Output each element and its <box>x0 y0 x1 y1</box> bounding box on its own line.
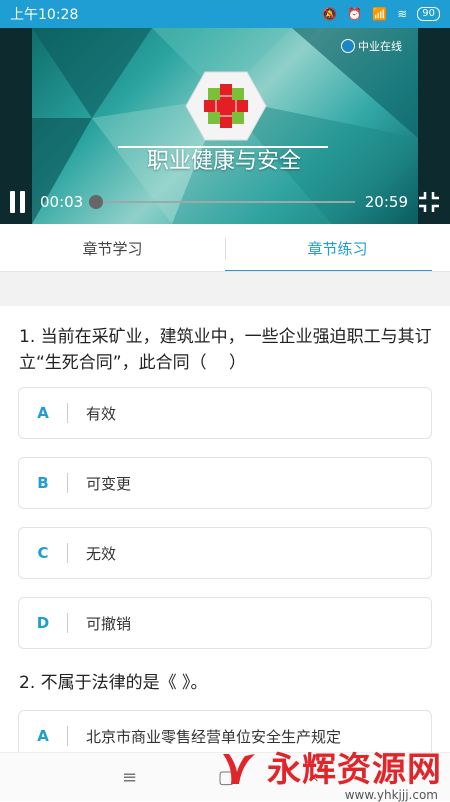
option-b[interactable]: B 可变更 <box>18 457 432 509</box>
option-text: 可变更 <box>86 474 132 493</box>
watermark-logo-icon <box>223 754 255 784</box>
option-letter: D <box>36 614 50 632</box>
video-title: 职业健康与安全 <box>146 149 301 174</box>
video-controls: 00:03 20:59 <box>0 180 450 224</box>
tab-chapter-study[interactable]: 章节学习 <box>0 224 225 272</box>
option-divider <box>67 543 68 563</box>
option-d[interactable]: D 可撤销 <box>18 597 432 649</box>
option-text: 北京市商业零售经营单位安全生产规定 <box>86 727 342 746</box>
watermark-text: 永辉资源网 <box>267 750 442 790</box>
option-divider <box>67 403 68 423</box>
battery-icon: 90 <box>417 7 440 21</box>
option-text: 可撤销 <box>86 614 132 633</box>
menu-icon[interactable]: ≡ <box>122 767 137 788</box>
option-letter: A <box>37 727 49 745</box>
option-divider <box>67 726 68 746</box>
signal-icon: 📶 <box>372 7 388 21</box>
status-time: 上午10:28 <box>10 7 79 23</box>
option-text: 无效 <box>86 544 117 563</box>
section-gap <box>0 272 450 306</box>
mute-icon: 🔕 <box>322 7 338 21</box>
question-2: 2. 不属于法律的是《 》。 <box>19 673 208 693</box>
video-player[interactable]: 中业在线 职业健康与安全 00:03 20:59 <box>0 28 450 224</box>
brand-logo: 中业在线 <box>341 38 402 54</box>
safety-cross-icon <box>185 71 267 141</box>
status-icons: 🔕 ⏰ 📶 ≋ 90 <box>322 7 440 21</box>
option-c[interactable]: C 无效 <box>18 527 432 579</box>
wifi-icon: ≋ <box>397 7 408 21</box>
exit-fullscreen-icon[interactable] <box>418 191 440 213</box>
brand-logo-icon <box>341 39 355 53</box>
option-divider <box>67 473 68 493</box>
tab-chapter-practice[interactable]: 章节练习 <box>225 224 450 272</box>
watermark: 永辉资源网 www.yhkjjj.com <box>219 748 442 802</box>
option-letter: A <box>37 404 49 422</box>
status-bar: 上午10:28 🔕 ⏰ 📶 ≋ 90 <box>0 0 450 28</box>
duration: 20:59 <box>364 193 408 211</box>
tab-separator <box>225 238 226 260</box>
option-letter: C <box>37 544 49 562</box>
progress-knob[interactable] <box>89 195 104 209</box>
option-a[interactable]: A 有效 <box>18 387 432 439</box>
option-divider <box>67 613 68 633</box>
current-time: 00:03 <box>40 193 84 211</box>
option-text: 有效 <box>86 404 117 423</box>
option-letter: B <box>37 474 49 492</box>
brand-name: 中业在线 <box>358 40 402 53</box>
alarm-icon: ⏰ <box>347 7 363 21</box>
pause-button[interactable] <box>10 191 30 213</box>
question-1: 1. 当前在采矿业，建筑业中，一些企业强迫职工与其订立“生死合同”，此合同（ ） <box>19 327 432 373</box>
progress-bar[interactable] <box>89 195 355 209</box>
